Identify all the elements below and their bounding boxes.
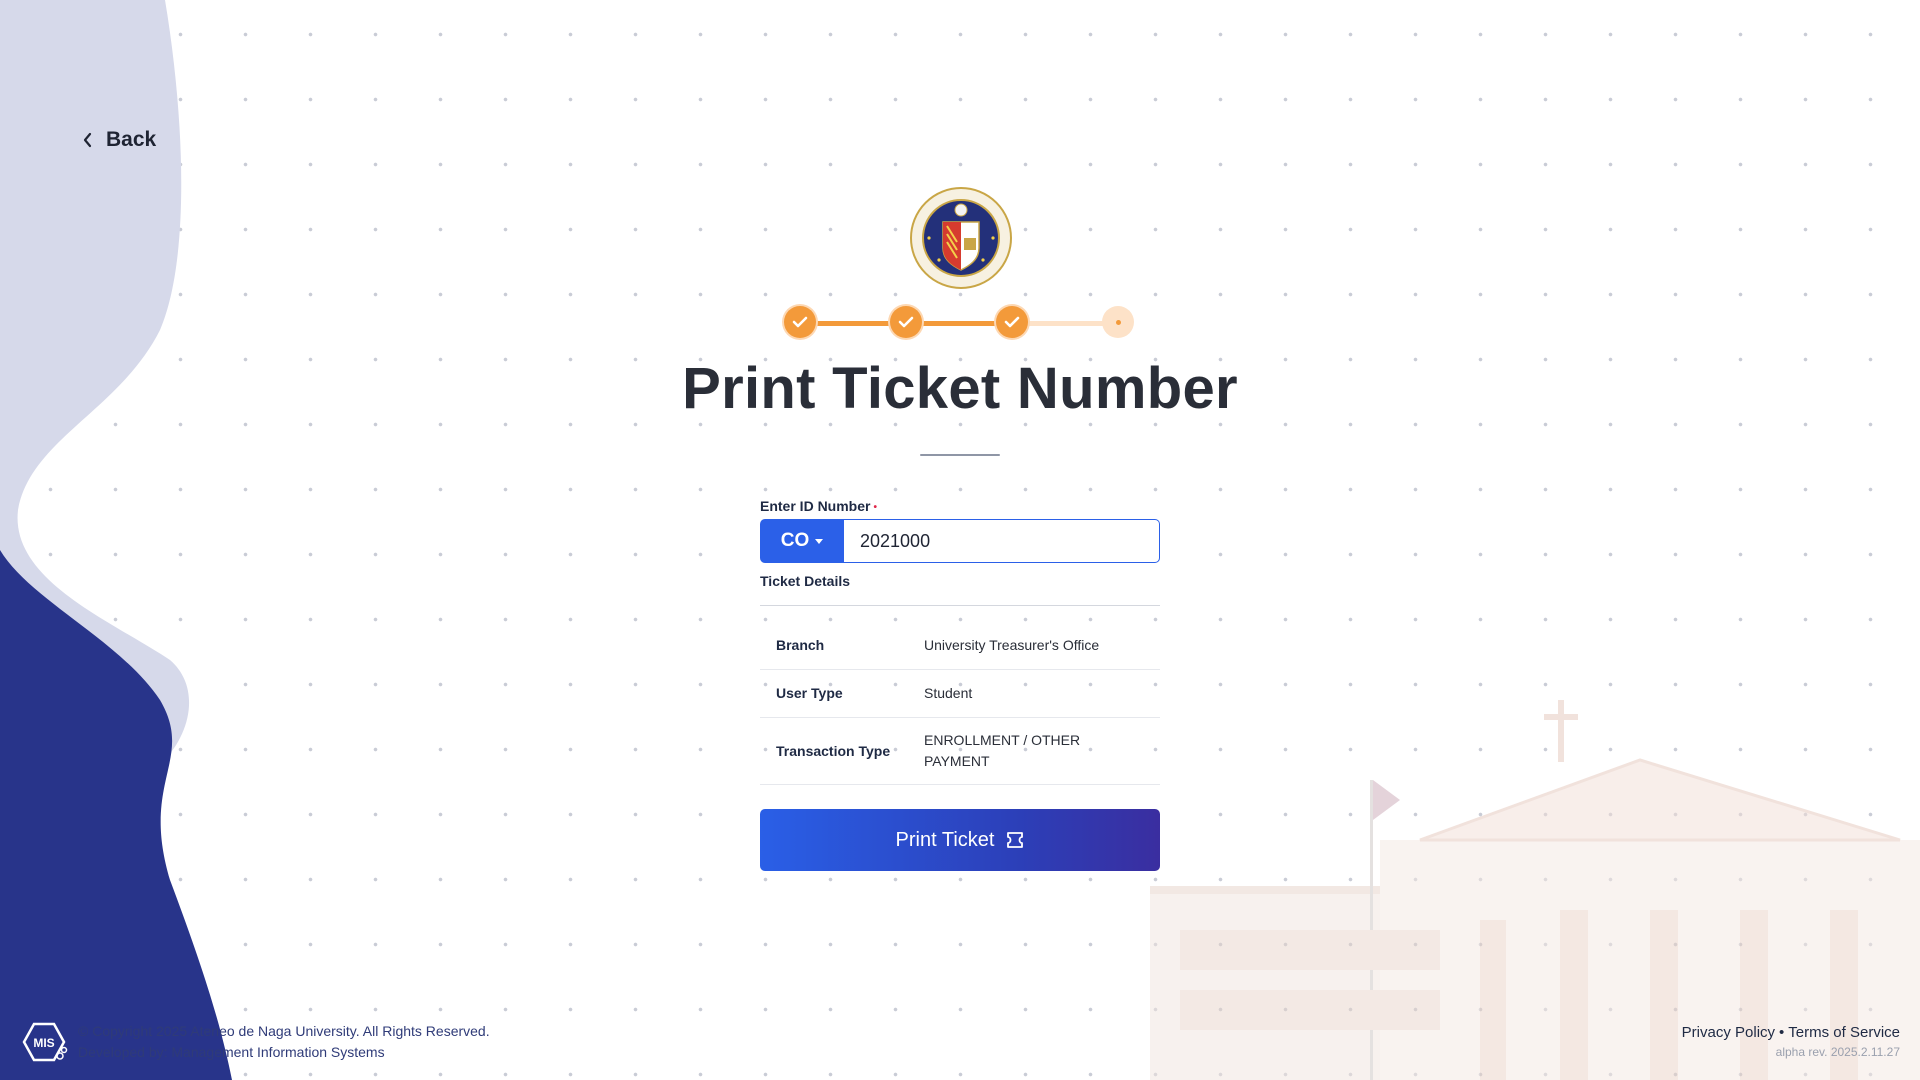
table-row: Branch University Treasurer's Office [760, 622, 1160, 670]
print-ticket-label: Print Ticket [895, 828, 995, 851]
caret-down-icon [815, 538, 824, 544]
footer-separator: • [1779, 1024, 1785, 1041]
chevron-left-icon [83, 132, 92, 148]
step-1-complete [784, 306, 816, 338]
version-text: alpha rev. 2025.2.11.27 [1775, 1045, 1900, 1059]
ticket-details-table: Branch University Treasurer's Office Use… [760, 622, 1160, 785]
step-2-complete [890, 306, 922, 338]
pending-dot-icon [1115, 319, 1121, 325]
footer-links: Privacy Policy • Terms of Service [1682, 1024, 1900, 1041]
ticket-icon [1007, 832, 1024, 848]
detail-key: User Type [760, 669, 908, 718]
ticket-form: Enter ID Number• CO Ticket Details Branc… [760, 498, 1160, 871]
id-prefix-value: CO [780, 530, 810, 551]
detail-value: Student [908, 669, 1160, 718]
footer-left: MIS © Copyright 2025 Ateneo de Naga Univ… [20, 1020, 490, 1064]
step-3-complete [996, 306, 1028, 338]
page-title: Print Ticket Number [682, 356, 1238, 421]
detail-value: University Treasurer's Office [908, 622, 1160, 670]
id-field-label: Enter ID Number • [760, 498, 1160, 514]
id-input-group: CO [760, 519, 1160, 563]
id-prefix-dropdown[interactable]: CO [760, 519, 844, 563]
required-marker: • [873, 501, 877, 513]
checkmark-icon [1004, 316, 1020, 328]
step-connector [1026, 321, 1106, 326]
footer-right: Privacy Policy • Terms of Service alpha re… [1682, 1024, 1900, 1059]
svg-text:MIS: MIS [33, 1036, 54, 1050]
step-connector [920, 321, 1000, 326]
university-seal-logo [910, 187, 1012, 289]
privacy-policy-link[interactable]: Privacy Policy [1682, 1024, 1775, 1041]
back-label: Back [106, 128, 157, 151]
ticket-details-heading: Ticket Details [760, 573, 1160, 606]
back-button[interactable]: Back [82, 128, 156, 152]
footer-text: © Copyright 2025 Ateneo de Naga Universi… [78, 1021, 490, 1063]
table-row: User Type Student [760, 669, 1160, 718]
table-row: Transaction Type ENROLLMENT / OTHER PAYM… [760, 717, 1160, 785]
checkmark-icon [898, 316, 914, 328]
mis-logo: MIS [22, 1022, 68, 1062]
progress-stepper [784, 306, 1136, 340]
developed-by-text: Developed by: Management Information Sys… [78, 1044, 385, 1060]
step-4-pending [1102, 306, 1134, 338]
detail-key: Transaction Type [760, 717, 908, 785]
checkmark-icon [792, 316, 808, 328]
id-label-text: Enter ID Number [760, 498, 871, 514]
terms-of-service-link[interactable]: Terms of Service [1788, 1024, 1900, 1041]
detail-value: ENROLLMENT / OTHER PAYMENT [908, 717, 1160, 785]
detail-key: Branch [760, 622, 908, 670]
copyright-text: © Copyright 2025 Ateneo de Naga Universi… [78, 1023, 490, 1039]
title-divider [920, 454, 1000, 456]
step-connector [814, 321, 894, 326]
id-number-input[interactable] [844, 519, 1160, 563]
print-ticket-button[interactable]: Print Ticket [760, 809, 1160, 871]
